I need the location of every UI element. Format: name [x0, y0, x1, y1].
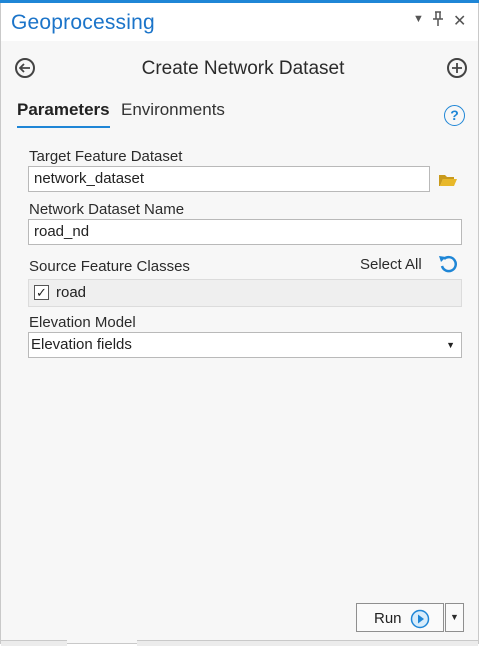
pane-bottom-tabs [1, 640, 478, 646]
elevation-model-select[interactable]: Elevation fields ▼ [28, 332, 462, 358]
select-all-link[interactable]: Select All [360, 256, 422, 273]
target-feature-dataset-label: Target Feature Dataset [29, 148, 183, 165]
pane-accent-line [0, 0, 479, 3]
run-button-label: Run [374, 610, 402, 627]
bottom-bar: Run ▼ [1, 600, 478, 643]
pin-icon[interactable] [432, 11, 444, 31]
run-button[interactable]: Run [356, 603, 444, 632]
tab-parameters[interactable]: Parameters [17, 100, 110, 128]
add-icon[interactable] [447, 58, 467, 78]
road-checkbox[interactable]: ✓ [34, 285, 49, 300]
source-feature-classes-list: ✓ road [28, 279, 462, 307]
help-icon[interactable]: ? [444, 105, 465, 126]
road-checkbox-label[interactable]: road [56, 284, 86, 301]
network-dataset-name-label: Network Dataset Name [29, 201, 185, 218]
source-feature-classes-label: Source Feature Classes [29, 258, 190, 275]
pane-title: Geoprocessing [11, 11, 155, 34]
geoprocessing-pane: Geoprocessing ▼ ✕ Create Network Dataset… [0, 0, 479, 646]
bottom-tab[interactable] [137, 640, 478, 646]
elevation-model-label: Elevation Model [29, 314, 136, 331]
tool-header: Create Network Dataset [1, 41, 478, 97]
refresh-icon[interactable] [438, 255, 458, 278]
run-play-icon [410, 609, 430, 634]
pane-title-bar: Geoprocessing ▼ ✕ [1, 3, 478, 41]
elevation-model-value: Elevation fields [31, 336, 132, 353]
network-dataset-name-input[interactable]: road_nd [28, 219, 462, 245]
tool-title: Create Network Dataset [141, 58, 345, 79]
bottom-tab[interactable] [1, 640, 67, 646]
run-options-dropdown[interactable]: ▼ [445, 603, 464, 632]
target-feature-dataset-input[interactable]: network_dataset [28, 166, 430, 192]
close-icon[interactable]: ✕ [453, 11, 466, 31]
pane-options-dropdown-icon[interactable]: ▼ [413, 13, 424, 25]
folder-open-icon[interactable] [438, 172, 458, 193]
chevron-down-icon[interactable]: ▼ [446, 333, 455, 357]
tab-environments[interactable]: Environments [121, 100, 225, 120]
